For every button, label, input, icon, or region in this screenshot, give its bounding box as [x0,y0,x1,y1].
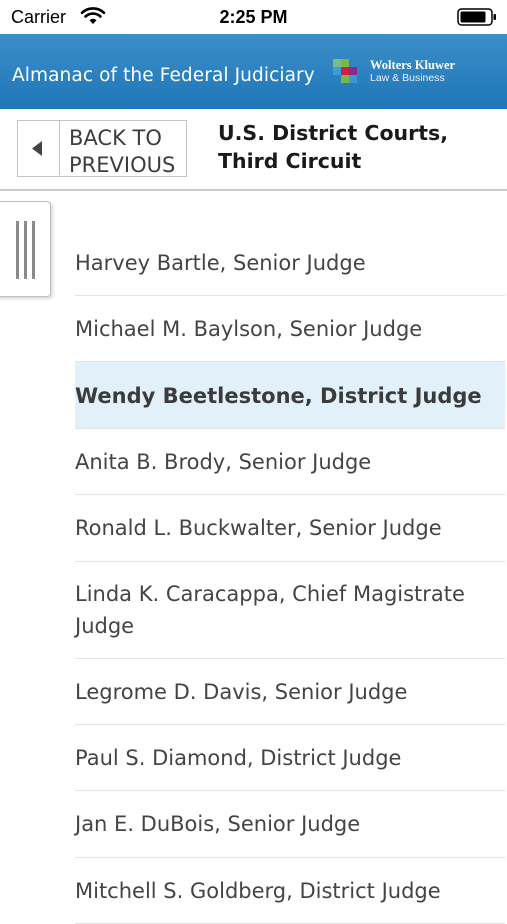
judge-list-item[interactable]: Linda K. Caracappa, Chief Magistrate Jud… [75,562,505,659]
judge-name-label: Michael M. Baylson, Senior Judge [75,317,423,341]
judge-list-item[interactable]: Harvey Bartle, Senior Judge [75,230,505,296]
status-bar: Carrier 2:25 PM [0,0,507,34]
battery-icon [457,8,496,26]
judge-list-item[interactable]: Wendy Beetlestone, District Judge [75,362,505,429]
page-title: U.S. District Courts, Third Circuit [218,121,449,173]
brand-name: Wolters Kluwer [370,58,456,72]
judge-list-item[interactable]: Jan E. DuBois, Senior Judge [75,791,505,858]
judge-list-item[interactable]: Paul S. Diamond, District Judge [75,725,505,791]
wolters-kluwer-logo-icon [333,59,357,83]
app-header: Almanac of the Federal Judiciary Wolters… [0,34,507,109]
back-to-previous-button[interactable]: BACK TO PREVIOUS [17,120,187,177]
judge-name-label: Mitchell S. Goldberg, District Judge [75,879,441,903]
judge-list-item[interactable]: Ronald L. Buckwalter, Senior Judge [75,495,505,562]
judge-list-item[interactable]: Anita B. Brody, Senior Judge [75,429,505,495]
judge-name-label: Linda K. Caracappa, Chief Magistrate Jud… [75,582,465,638]
brand-subtitle: Law & Business [370,72,445,84]
back-button-label: BACK TO PREVIOUS [69,126,176,177]
judge-list-item[interactable]: Michael M. Baylson, Senior Judge [75,296,505,362]
handle-grip-bar [24,221,27,279]
judge-name-label: Anita B. Brody, Senior Judge [75,450,372,474]
triangle-left-icon [32,141,42,156]
judge-name-label: Paul S. Diamond, District Judge [75,746,402,770]
back-arrow [18,121,60,175]
clock: 2:25 PM [219,7,288,27]
nav-bar: BACK TO PREVIOUS U.S. District Courts, T… [0,109,507,191]
app-title: Almanac of the Federal Judiciary [12,65,315,86]
judge-name-label: Harvey Bartle, Senior Judge [75,251,366,275]
judge-name-label: Wendy Beetlestone, District Judge [75,384,482,408]
judge-name-label: Jan E. DuBois, Senior Judge [75,812,361,836]
judge-list-item[interactable]: Mitchell S. Goldberg, District Judge [75,858,505,924]
judge-name-label: Legrome D. Davis, Senior Judge [75,680,408,704]
handle-grip-bar [32,221,35,279]
handle-grip-bar [16,221,19,279]
judge-list-item[interactable]: Legrome D. Davis, Senior Judge [75,659,505,725]
drawer-handle[interactable] [0,201,51,297]
judge-list: Harvey Bartle, Senior Judge Michael M. Ba… [75,230,505,924]
judge-name-label: Ronald L. Buckwalter, Senior Judge [75,516,442,540]
